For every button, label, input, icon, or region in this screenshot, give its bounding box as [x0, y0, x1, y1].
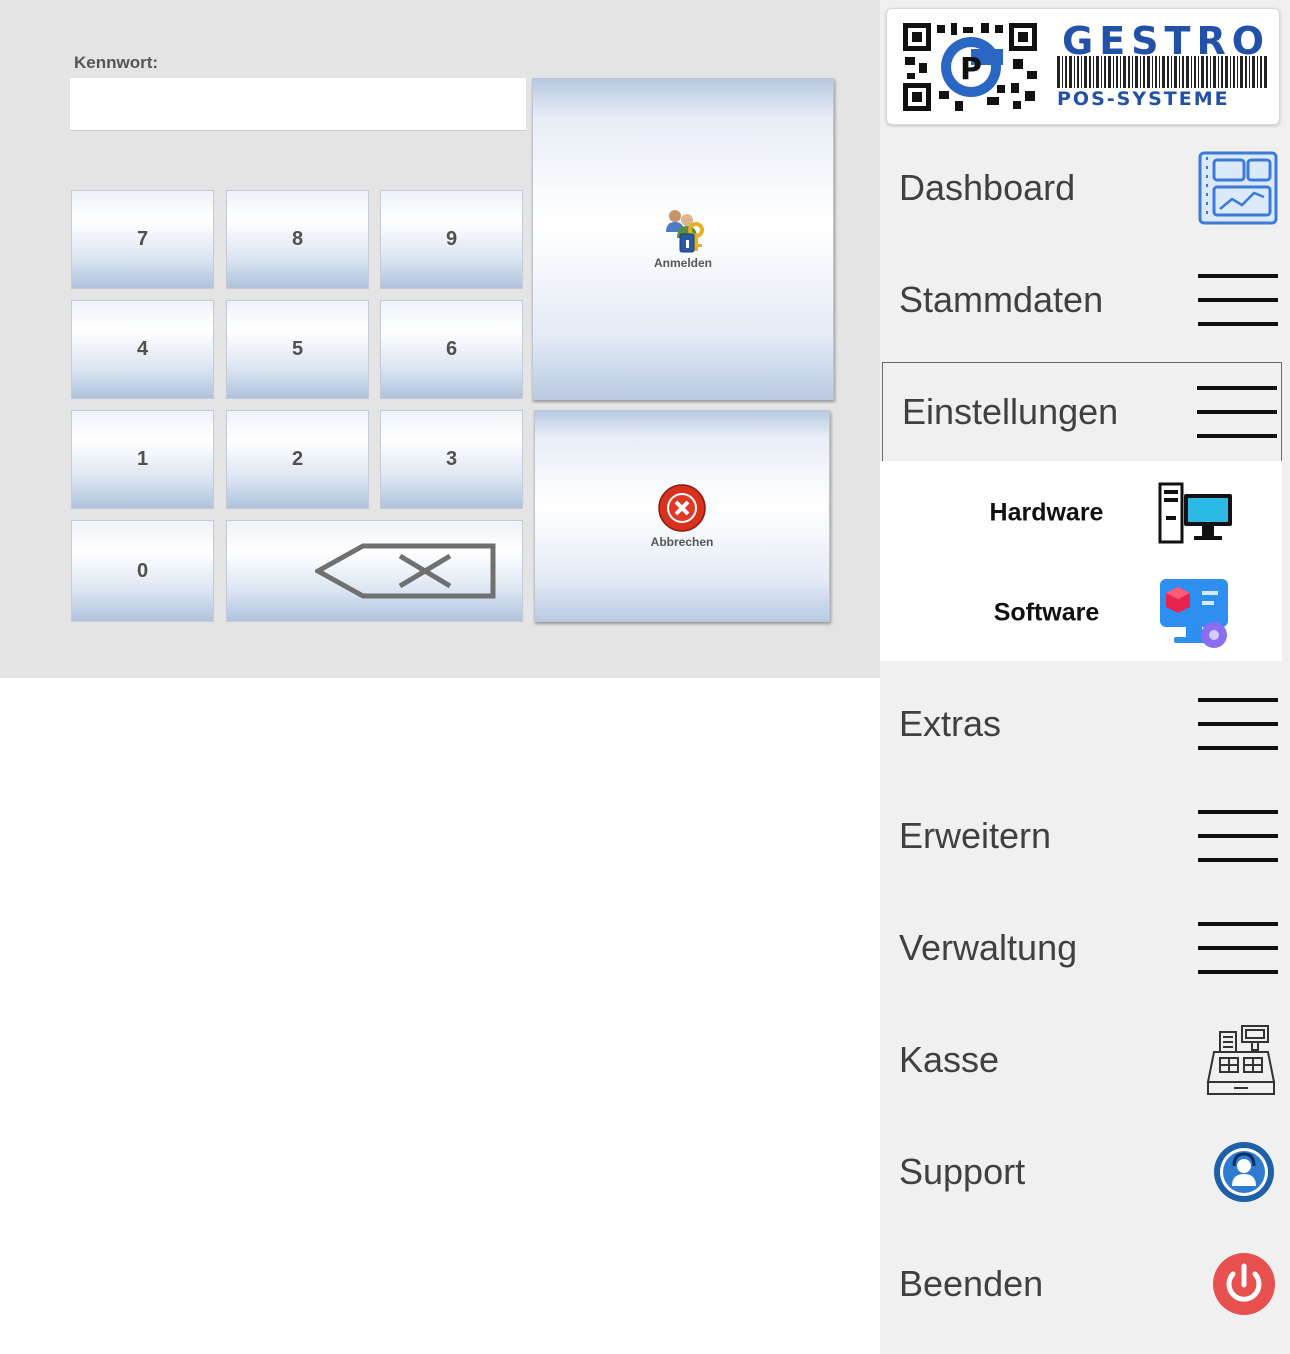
software-icon — [1160, 579, 1228, 648]
sidebar-item-verwaltung[interactable]: Verwaltung — [880, 898, 1290, 998]
user-key-icon — [666, 210, 704, 253]
key-3[interactable]: 3 — [380, 410, 523, 509]
sidebar: P GESTRO POS-SYSTEME Dashboard Stammdate… — [880, 0, 1290, 1354]
login-panel: Kennwort: 7 8 9 4 5 6 1 2 3 0 Anmelden A… — [0, 0, 880, 678]
sidebar-item-label: Erweitern — [899, 815, 1052, 856]
hamburger-icon — [1197, 386, 1277, 438]
cancel-button[interactable]: Abbrechen — [534, 410, 830, 622]
key-5[interactable]: 5 — [226, 300, 369, 399]
einstellungen-submenu: Hardware Software — [880, 461, 1282, 661]
sidebar-item-dashboard[interactable]: Dashboard — [880, 138, 1290, 238]
key-9[interactable]: 9 — [380, 190, 523, 289]
key-1[interactable]: 1 — [71, 410, 214, 509]
key-6[interactable]: 6 — [380, 300, 523, 399]
key-2[interactable]: 2 — [226, 410, 369, 509]
qr-logo-icon: P — [903, 23, 1037, 111]
hamburger-icon — [1198, 810, 1278, 862]
hamburger-icon — [1198, 274, 1278, 326]
support-icon — [1214, 1142, 1274, 1202]
hamburger-icon — [1198, 922, 1278, 974]
sidebar-item-label: Einstellungen — [902, 391, 1119, 432]
sidebar-item-label: Support — [899, 1151, 1026, 1192]
sidebar-item-label: Stammdaten — [899, 279, 1104, 320]
key-4[interactable]: 4 — [71, 300, 214, 399]
sidebar-item-label: Verwaltung — [899, 927, 1078, 968]
cancel-button-label: Abbrechen — [650, 535, 714, 549]
backspace-key[interactable] — [226, 520, 523, 622]
login-button[interactable]: Anmelden — [532, 78, 834, 400]
sidebar-item-erweitern[interactable]: Erweitern — [880, 786, 1290, 886]
sidebar-item-einstellungen[interactable]: Einstellungen — [882, 362, 1282, 462]
brand-subtitle: POS-SYSTEME — [1057, 88, 1230, 110]
key-7[interactable]: 7 — [71, 190, 214, 289]
sidebar-item-kasse[interactable]: Kasse — [880, 1010, 1290, 1110]
submenu-item-software[interactable]: Software — [880, 563, 1282, 663]
computer-icon — [1158, 482, 1232, 544]
login-button-label: Anmelden — [653, 256, 712, 270]
backspace-icon — [315, 543, 496, 599]
key-8[interactable]: 8 — [226, 190, 369, 289]
sidebar-item-label: Beenden — [899, 1263, 1044, 1304]
sidebar-item-beenden[interactable]: Beenden — [880, 1234, 1290, 1334]
hamburger-icon — [1198, 698, 1278, 750]
submenu-item-hardware[interactable]: Hardware — [880, 463, 1282, 563]
sidebar-item-label: Dashboard — [899, 167, 1076, 208]
logo: P GESTRO POS-SYSTEME — [886, 8, 1280, 125]
cash-register-icon — [1206, 1025, 1276, 1095]
power-icon — [1213, 1253, 1275, 1315]
key-0[interactable]: 0 — [71, 520, 214, 622]
sidebar-item-label: Extras — [899, 703, 1002, 744]
cancel-icon — [658, 484, 706, 532]
brand-name: GESTRO — [1062, 19, 1271, 63]
dashboard-icon — [1198, 151, 1278, 225]
svg-text:P: P — [960, 52, 982, 87]
sidebar-item-support[interactable]: Support — [880, 1122, 1290, 1222]
password-input[interactable] — [70, 78, 526, 131]
sidebar-item-extras[interactable]: Extras — [880, 674, 1290, 774]
password-label: Kennwort: — [74, 53, 159, 72]
sidebar-item-label: Kasse — [899, 1039, 1000, 1080]
sidebar-item-stammdaten[interactable]: Stammdaten — [880, 250, 1290, 350]
